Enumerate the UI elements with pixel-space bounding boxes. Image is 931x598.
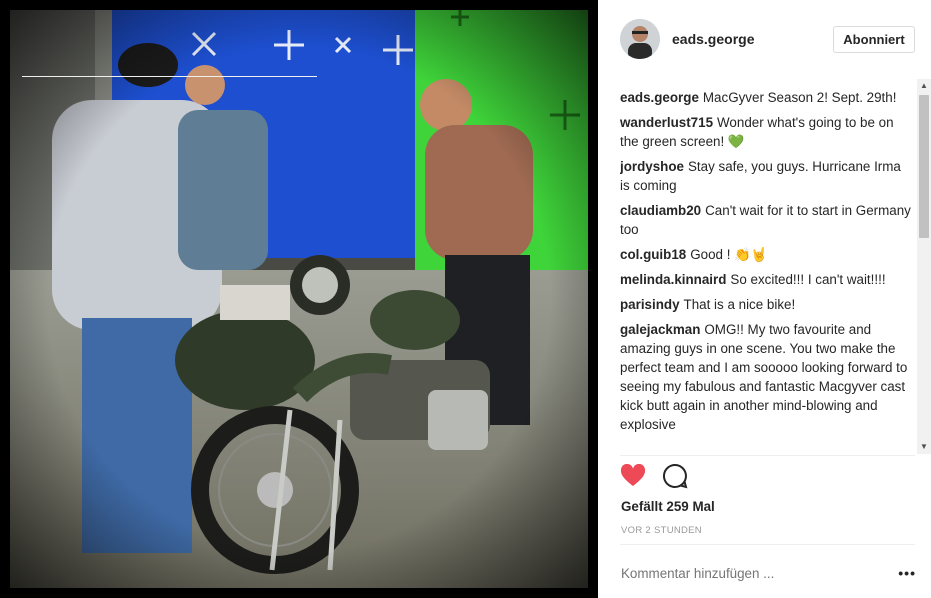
scroll-up-arrow-icon[interactable]: ▲ bbox=[917, 79, 931, 93]
comment-item: parisindy That is a nice bike! bbox=[620, 295, 914, 314]
comment-item: melinda.kinnaird So excited!!! I can't wa… bbox=[620, 270, 914, 289]
comment-text: Good ! 👏🤘 bbox=[690, 247, 768, 262]
post-timestamp[interactable]: VOR 2 STUNDEN bbox=[621, 525, 702, 536]
comment-author[interactable]: eads.george bbox=[620, 90, 699, 105]
divider bbox=[22, 76, 317, 77]
scroll-down-arrow-icon[interactable]: ▼ bbox=[917, 440, 931, 454]
post-author-username[interactable]: eads.george bbox=[672, 31, 833, 47]
comments-scrollbar[interactable]: ▲ ▼ bbox=[917, 79, 931, 454]
comment-author[interactable]: col.guib18 bbox=[620, 247, 686, 262]
post-header: eads.george Abonniert bbox=[620, 16, 915, 62]
post-photo-illustration bbox=[0, 0, 598, 598]
comment-item: col.guib18 Good ! 👏🤘 bbox=[620, 245, 914, 264]
comment-text: OMG!! My two favourite and amazing guys … bbox=[620, 322, 908, 432]
instagram-post-modal: eads.george Abonniert eads.george MacGyve… bbox=[0, 0, 931, 598]
add-comment-input[interactable] bbox=[621, 565, 898, 581]
comment-author[interactable]: parisindy bbox=[620, 297, 680, 312]
post-actions bbox=[620, 463, 688, 494]
likes-count[interactable]: Gefällt 259 Mal bbox=[621, 499, 715, 514]
comment-text: So excited!!! I can't wait!!!! bbox=[730, 272, 886, 287]
comment-author[interactable]: wanderlust715 bbox=[620, 115, 713, 130]
scrollbar-thumb[interactable] bbox=[919, 95, 929, 238]
comment-item: jordyshoe Stay safe, you guys. Hurricane … bbox=[620, 157, 914, 195]
comment-text: That is a nice bike! bbox=[683, 297, 796, 312]
comment-item: claudiamb20 Can't wait for it to start in… bbox=[620, 201, 914, 239]
comment-author[interactable]: galejackman bbox=[620, 322, 700, 337]
post-photo[interactable] bbox=[0, 0, 598, 598]
comment-text: MacGyver Season 2! Sept. 29th! bbox=[702, 90, 897, 105]
comment-item: eads.george MacGyver Season 2! Sept. 29th… bbox=[620, 88, 914, 107]
heart-icon[interactable] bbox=[620, 463, 646, 493]
avatar[interactable] bbox=[620, 19, 660, 59]
comment-bubble-icon[interactable] bbox=[662, 463, 688, 494]
add-comment-bar: ••• bbox=[621, 560, 916, 586]
divider bbox=[620, 544, 915, 545]
more-options-icon[interactable]: ••• bbox=[898, 565, 916, 581]
comment-item: wanderlust715 Wonder what's going to be o… bbox=[620, 113, 914, 151]
comment-author[interactable]: melinda.kinnaird bbox=[620, 272, 726, 287]
divider bbox=[620, 455, 915, 456]
comment-author[interactable]: claudiamb20 bbox=[620, 203, 701, 218]
profile-photo-icon bbox=[620, 19, 660, 59]
comment-author[interactable]: jordyshoe bbox=[620, 159, 684, 174]
comment-item: galejackman OMG!! My two favourite and am… bbox=[620, 320, 914, 434]
comments-list[interactable]: eads.george MacGyver Season 2! Sept. 29th… bbox=[620, 88, 914, 453]
following-button[interactable]: Abonniert bbox=[833, 25, 915, 53]
